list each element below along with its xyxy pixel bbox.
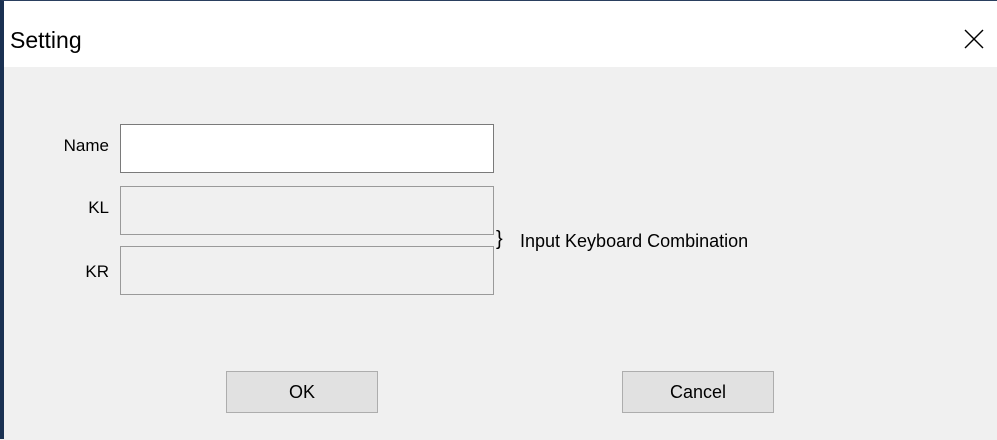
brace-connector: }: [496, 228, 503, 250]
close-button[interactable]: [951, 19, 997, 59]
kr-label: KR: [85, 262, 109, 281]
window-title: Setting: [10, 27, 82, 53]
setting-dialog: Setting Name KL KR } Input Keyboard Comb…: [0, 0, 997, 440]
kl-label: KL: [88, 198, 109, 217]
dialog-body: Name KL KR } Input Keyboard Combination …: [4, 67, 997, 440]
ok-button[interactable]: OK: [226, 371, 378, 413]
keyboard-combination-hint: Input Keyboard Combination: [520, 231, 749, 251]
title-bar[interactable]: Setting: [4, 1, 997, 67]
cancel-button[interactable]: Cancel: [622, 371, 774, 413]
kr-input[interactable]: [120, 246, 494, 295]
name-input[interactable]: [120, 124, 494, 173]
close-icon: [964, 29, 984, 49]
kl-input[interactable]: [120, 186, 494, 235]
name-label: Name: [63, 136, 109, 155]
